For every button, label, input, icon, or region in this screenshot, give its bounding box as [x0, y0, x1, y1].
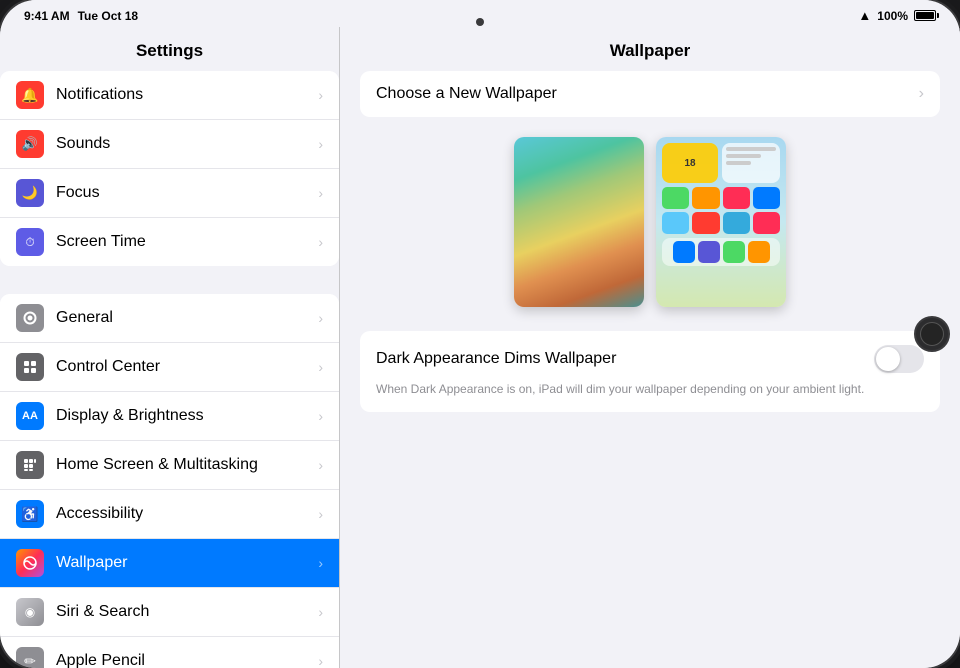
notifications-icon: 🔔 [16, 81, 44, 109]
sidebar-item-accessibility[interactable]: ♿ Accessibility › [0, 490, 339, 539]
accessibility-chevron: › [318, 506, 323, 522]
home-button-inner [920, 322, 944, 346]
applepencil-icon: ✏ [16, 647, 44, 668]
wallpaper-icon [16, 549, 44, 577]
choose-wallpaper-label: Choose a New Wallpaper [376, 85, 919, 103]
gear-svg [22, 310, 38, 326]
notifications-chevron: › [318, 87, 323, 103]
sidebar: Settings 🔔 Notifications › 🔊 Sounds [0, 27, 340, 668]
dock [662, 238, 780, 266]
home-overlay: 18 [662, 143, 780, 301]
widget-row: 18 [662, 143, 780, 183]
controlcenter-chevron: › [318, 359, 323, 375]
accessibility-icon: ♿ [16, 500, 44, 528]
sidebar-item-siri[interactable]: ◉ Siri & Search › [0, 588, 339, 637]
sidebar-title: Settings [0, 27, 339, 71]
sidebar-item-homescreen[interactable]: Home Screen & Multitasking › [0, 441, 339, 490]
display-label: Display & Brightness [56, 407, 318, 425]
dark-appearance-hint: When Dark Appearance is on, iPad will di… [376, 381, 924, 398]
app-grid [662, 187, 780, 234]
general-icon [16, 304, 44, 332]
general-chevron: › [318, 310, 323, 326]
group-separator-1 [0, 274, 339, 294]
focus-icon: 🌙 [16, 179, 44, 207]
lockscreen-wallpaper [514, 137, 644, 307]
time-display: 9:41 AM [24, 9, 70, 23]
camera-dot [476, 18, 484, 26]
homescreen-icon [16, 451, 44, 479]
siri-icon: ◉ [16, 598, 44, 626]
notifications-label: Notifications [56, 86, 318, 104]
choose-wallpaper-row[interactable]: Choose a New Wallpaper › [360, 71, 940, 117]
sidebar-group-1: 🔔 Notifications › 🔊 Sounds › 🌙 [0, 71, 339, 266]
display-chevron: › [318, 408, 323, 424]
sidebar-item-display[interactable]: AA Display & Brightness › [0, 392, 339, 441]
accessibility-label: Accessibility [56, 505, 318, 523]
display-icon: AA [16, 402, 44, 430]
dark-appearance-row: Dark Appearance Dims Wallpaper When Dark… [360, 331, 940, 412]
sidebar-item-screentime[interactable]: ⏱ Screen Time › [0, 218, 339, 266]
dark-appearance-toggle[interactable] [874, 345, 924, 373]
dark-appearance-label: Dark Appearance Dims Wallpaper [376, 350, 616, 368]
sidebar-item-controlcenter[interactable]: Control Center › [0, 343, 339, 392]
choose-wallpaper-chevron: › [919, 85, 924, 103]
screentime-icon: ⏱ [16, 228, 44, 256]
sidebar-item-notifications[interactable]: 🔔 Notifications › [0, 71, 339, 120]
sounds-chevron: › [318, 136, 323, 152]
toggle-row-inner: Dark Appearance Dims Wallpaper [376, 345, 924, 373]
battery-icon [914, 10, 936, 21]
panel-content: Choose a New Wallpaper › [340, 71, 960, 668]
applepencil-label: Apple Pencil [56, 652, 318, 668]
controlcenter-label: Control Center [56, 358, 318, 376]
status-right: ▲ 100% [858, 8, 936, 23]
sidebar-item-applepencil[interactable]: ✏ Apple Pencil › [0, 637, 339, 668]
siri-chevron: › [318, 604, 323, 620]
battery-percent: 100% [877, 9, 908, 23]
wifi-icon: ▲ [858, 8, 871, 23]
sidebar-item-focus[interactable]: 🌙 Focus › [0, 169, 339, 218]
wallpaper-chevron: › [318, 555, 323, 571]
sidebar-item-general[interactable]: General › [0, 294, 339, 343]
sidebar-item-sounds[interactable]: 🔊 Sounds › [0, 120, 339, 169]
screentime-label: Screen Time [56, 233, 318, 251]
focus-chevron: › [318, 185, 323, 201]
sidebar-item-wallpaper[interactable]: Wallpaper › [0, 539, 339, 588]
home-button[interactable] [914, 316, 950, 352]
wallpaper-preview: 18 [360, 137, 940, 307]
siri-label: Siri & Search [56, 603, 318, 621]
wallpaper-svg [23, 556, 37, 570]
focus-label: Focus [56, 184, 318, 202]
right-panel: Wallpaper Choose a New Wallpaper › [340, 27, 960, 668]
panel-title: Wallpaper [340, 27, 960, 71]
homescreen-chevron: › [318, 457, 323, 473]
screentime-chevron: › [318, 234, 323, 250]
controlcenter-icon [16, 353, 44, 381]
date-display: Tue Oct 18 [78, 9, 138, 23]
controlcenter-svg [22, 359, 38, 375]
homescreen-svg [22, 457, 38, 473]
status-left: 9:41 AM Tue Oct 18 [24, 9, 138, 23]
ipad-frame: 9:41 AM Tue Oct 18 ▲ 100% Settings 🔔 No [0, 0, 960, 668]
main-content: Settings 🔔 Notifications › 🔊 Sounds [0, 27, 960, 668]
homescreen-label: Home Screen & Multitasking [56, 456, 318, 474]
battery-fill [916, 12, 934, 19]
sidebar-group-2: General › Control Center › [0, 294, 339, 668]
homescreen-thumb[interactable]: 18 [656, 137, 786, 307]
lockscreen-thumb[interactable] [514, 137, 644, 307]
toggle-knob [876, 347, 900, 371]
sounds-label: Sounds [56, 135, 318, 153]
wallpaper-label: Wallpaper [56, 554, 318, 572]
sounds-icon: 🔊 [16, 130, 44, 158]
applepencil-chevron: › [318, 653, 323, 668]
general-label: General [56, 309, 318, 327]
